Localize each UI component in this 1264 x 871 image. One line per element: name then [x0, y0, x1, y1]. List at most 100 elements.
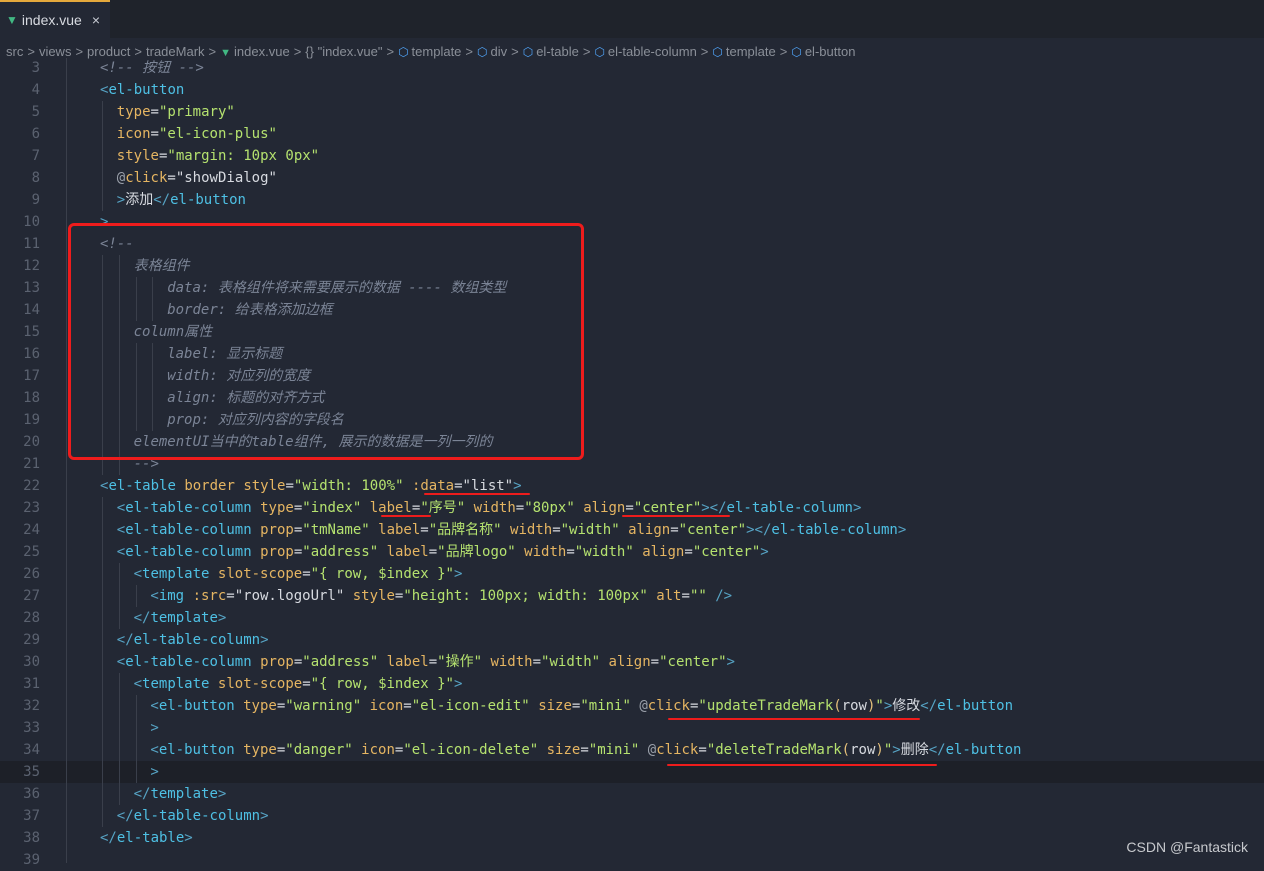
code-content: </template>: [134, 783, 227, 805]
indent-guide: [102, 607, 103, 629]
code-token: el-button: [937, 698, 1014, 714]
code-editor[interactable]: 3 <!-- 按钮 --> 4 <el-button 5 type="primary" 6 i…: [0, 57, 1264, 868]
code-token: icon: [369, 698, 404, 714]
code-line[interactable]: 39: [0, 849, 1264, 871]
code-line[interactable]: 38 </el-table>: [0, 827, 1264, 849]
code-token: <: [133, 566, 143, 582]
code-token: "center": [678, 522, 747, 538]
code-token: (: [833, 698, 842, 714]
code-content: </template>: [134, 607, 227, 629]
code-line[interactable]: 28 </template>: [0, 607, 1264, 629]
code-line[interactable]: 4 <el-button: [0, 79, 1264, 101]
code-token: "list": [462, 478, 514, 494]
code-line[interactable]: 3 <!-- 按钮 -->: [0, 57, 1264, 79]
indent-guide: [118, 761, 120, 783]
code-content: </el-table-column>: [117, 805, 269, 827]
code-token: "danger": [285, 742, 353, 758]
code-content: @click="showDialog": [117, 167, 277, 189]
code-token: >: [760, 544, 769, 560]
indent-guide: [102, 497, 103, 519]
code-line[interactable]: 25 <el-table-column prop="address" label=…: [0, 541, 1264, 563]
code-token: 添加: [125, 192, 154, 208]
code-line[interactable]: 31 <template slot-scope="{ row, $index }"…: [0, 673, 1264, 695]
line-number: 15: [23, 324, 40, 340]
code-line[interactable]: 30 <el-table-column prop="address" label=…: [0, 651, 1264, 673]
vue-file-icon: ▼: [6, 13, 18, 27]
indent-guide: [102, 585, 103, 607]
line-number: 19: [23, 412, 40, 428]
code-token: >: [453, 566, 463, 582]
gutter-divider: [66, 58, 67, 863]
line-number: 18: [23, 390, 40, 406]
code-content: type="primary": [117, 101, 235, 123]
code-token: >: [513, 478, 522, 494]
code-token: >: [260, 632, 269, 648]
code-token: ": [875, 698, 884, 714]
code-token: "80px": [524, 500, 575, 516]
code-token: border: [184, 478, 235, 494]
code-token: el-table-column: [125, 654, 252, 670]
code-token: align: [608, 654, 651, 670]
indent-guide: [135, 695, 137, 717]
code-line[interactable]: 24 <el-table-column prop="tmName" label="…: [0, 519, 1264, 541]
line-number: 33: [23, 720, 40, 736]
code-token: =: [684, 544, 693, 560]
code-token: "center": [659, 654, 727, 670]
code-token: "{ row, $index }": [310, 676, 454, 692]
indent-guide: [102, 717, 103, 739]
code-token: <: [116, 654, 126, 670]
annotation-underline: [667, 764, 937, 766]
code-token: =: [532, 654, 542, 670]
line-number: 24: [23, 522, 40, 538]
code-token: align: [583, 500, 626, 516]
code-line[interactable]: 26 <template slot-scope="{ row, $index }"…: [0, 563, 1264, 585]
code-line[interactable]: 29 </el-table-column>: [0, 629, 1264, 651]
code-token: =: [580, 742, 589, 758]
code-token: el-table-column: [133, 632, 261, 648]
code-line[interactable]: 22 <el-table border style="width: 100%" :…: [0, 475, 1264, 497]
code-content: </el-table>: [100, 827, 193, 849]
code-line[interactable]: 9 >添加</el-button: [0, 189, 1264, 211]
line-number: 20: [23, 434, 40, 450]
code-token: "width: 100%": [293, 478, 404, 494]
code-line[interactable]: 27 <img :src="row.logoUrl" style="height:…: [0, 585, 1264, 607]
line-number: 5: [31, 104, 40, 120]
code-token: el-button: [170, 192, 246, 208]
code-line[interactable]: 8 @click="showDialog": [0, 167, 1264, 189]
line-number: 36: [23, 786, 40, 802]
code-token: type: [243, 742, 277, 758]
indent-guide: [135, 761, 137, 783]
code-token: ></: [701, 500, 727, 516]
code-token: row: [850, 742, 876, 758]
code-line[interactable]: 5 type="primary": [0, 101, 1264, 123]
line-number: 38: [23, 830, 40, 846]
code-line[interactable]: 37 </el-table-column>: [0, 805, 1264, 827]
code-token: el-table: [108, 478, 176, 494]
code-token: prop: [260, 654, 294, 670]
indent-guide: [118, 585, 120, 607]
indent-guide: [118, 783, 120, 805]
tab-index-vue[interactable]: ▼ index.vue ×: [0, 0, 110, 38]
code-line[interactable]: 33 >: [0, 717, 1264, 739]
code-token: =: [403, 698, 412, 714]
code-token: el-table-column: [125, 500, 252, 516]
code-line[interactable]: 36 </template>: [0, 783, 1264, 805]
code-token: =: [293, 500, 303, 516]
code-token: =: [420, 522, 429, 538]
code-line[interactable]: 32 <el-button type="warning" icon="el-ico…: [0, 695, 1264, 717]
close-icon[interactable]: ×: [92, 12, 100, 28]
code-line[interactable]: 7 style="margin: 10px 0px": [0, 145, 1264, 167]
code-token: alt: [656, 588, 682, 604]
code-line[interactable]: 34 <el-button type="danger" icon="el-icon…: [0, 739, 1264, 761]
code-line[interactable]: 6 icon="el-icon-plus": [0, 123, 1264, 145]
code-token: "mini": [588, 742, 640, 758]
code-token: "width": [541, 654, 601, 670]
code-token: </: [116, 632, 134, 648]
code-line[interactable]: 35 >: [0, 761, 1264, 783]
